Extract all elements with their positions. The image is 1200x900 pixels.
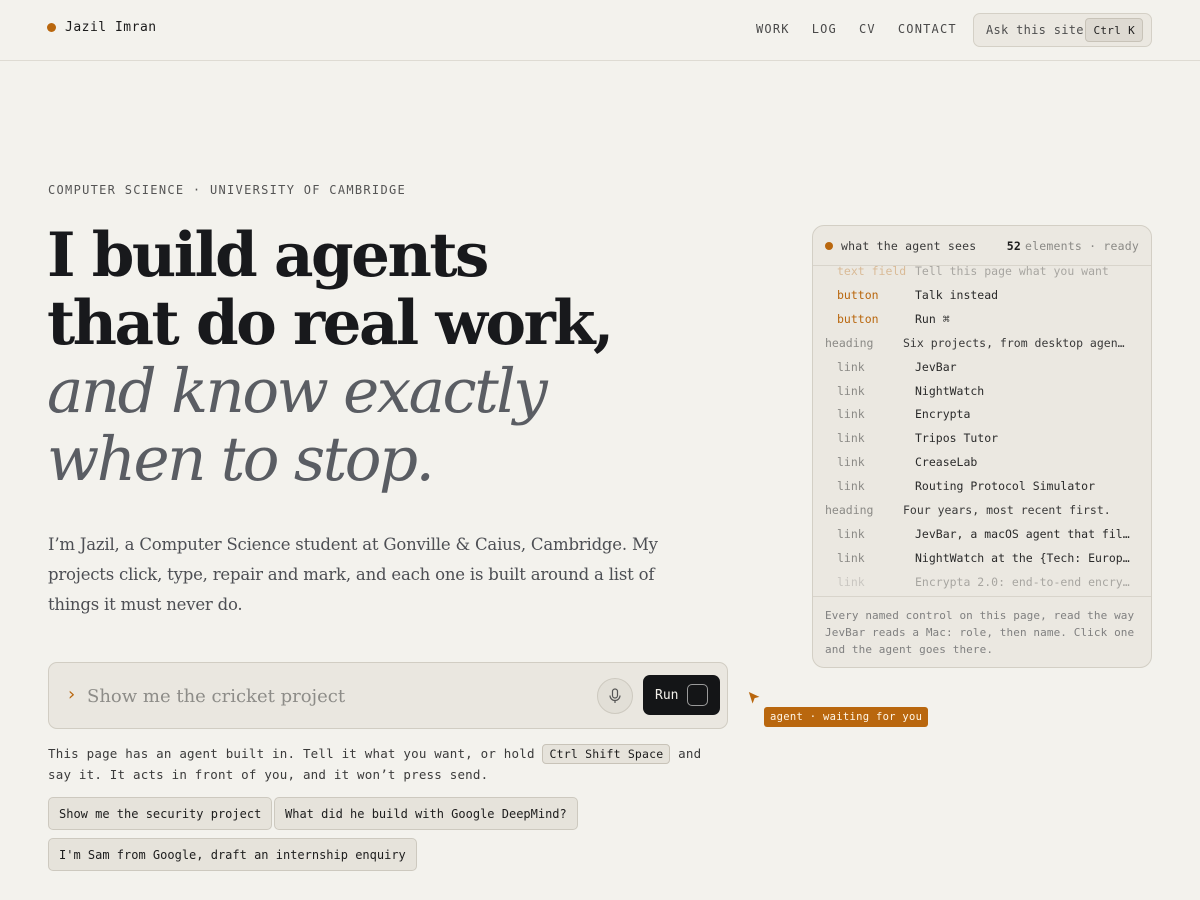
agent-element-row[interactable]: button Talk instead	[813, 285, 1151, 305]
agent-element-row[interactable]: button Run ⌘	[813, 309, 1151, 329]
agent-element-name: NightWatch at the {Tech: Europ…	[915, 550, 1130, 565]
nav-work[interactable]: WORK	[756, 22, 790, 36]
agent-element-name: JevBar, a macOS agent that fil…	[915, 526, 1130, 541]
hero-title-line-1: I build agents	[47, 220, 489, 291]
element-count-suffix: elements · ready	[1025, 239, 1139, 253]
agent-element-row[interactable]: link CreaseLab	[813, 452, 1151, 472]
run-button[interactable]: Run	[643, 675, 720, 715]
agent-view-panel: what the agent sees 52 elements · ready t…	[812, 225, 1152, 668]
agent-element-row[interactable]: link NightWatch	[813, 381, 1151, 401]
agent-element-name: CreaseLab	[915, 455, 978, 470]
site-header: Jazil Imran WORK LOG CV CONTACT Ask this…	[0, 0, 1200, 61]
agent-element-name: Encrypta	[915, 407, 971, 422]
hero-title-line-2: that do real work,	[47, 288, 614, 359]
agent-element-row[interactable]: link JevBar, a macOS agent that fil…	[813, 524, 1151, 544]
agent-element-list[interactable]: text field Tell this page what you want bu…	[813, 266, 1151, 596]
brand-name: Jazil Imran	[65, 20, 157, 35]
ask-site-label: Ask this site	[986, 23, 1084, 37]
ask-shortcut-key: Ctrl K	[1085, 18, 1143, 42]
intro-paragraph: I’m Jazil, a Computer Science student at…	[48, 535, 658, 614]
agent-element-name: Run ⌘	[915, 311, 950, 326]
nav-log[interactable]: LOG	[812, 22, 837, 36]
agent-element-role: button	[837, 287, 879, 302]
agent-element-role: link	[837, 479, 865, 494]
element-count: 52 elements · ready	[1007, 239, 1139, 253]
helper-text-before: This page has an agent built in. Tell it…	[48, 746, 535, 761]
status-dot-icon	[825, 241, 833, 250]
agent-element-name: Six projects, from desktop agen…	[903, 335, 1125, 350]
run-label: Run	[655, 687, 679, 703]
microphone-icon	[609, 688, 621, 703]
agent-element-name: Tripos Tutor	[915, 431, 999, 446]
agent-command-input[interactable]	[87, 677, 587, 715]
agent-element-row[interactable]: heading Four years, most recent first.	[813, 500, 1151, 520]
agent-element-role: heading	[825, 335, 874, 350]
suggestion-chip-internship[interactable]: I'm Sam from Google, draft an internship…	[48, 838, 417, 871]
nav-contact[interactable]: CONTACT	[898, 22, 957, 36]
agent-helper-text: This page has an agent built in. Tell it…	[48, 743, 728, 785]
agent-panel-header: what the agent sees 52 elements · ready	[813, 226, 1151, 266]
agent-element-row[interactable]: link Encrypta 2.0: end-to-end encry…	[813, 572, 1151, 592]
agent-element-row[interactable]: link Routing Protocol Simulator	[813, 476, 1151, 496]
agent-element-name: Four years, most recent first.	[903, 503, 1111, 517]
run-key-icon	[687, 684, 708, 706]
agent-element-role: link	[837, 455, 865, 470]
voice-shortcut-key: Ctrl Shift Space	[542, 744, 671, 764]
agent-element-name: Talk instead	[915, 287, 999, 302]
brand[interactable]: Jazil Imran	[47, 20, 157, 35]
agent-element-role: link	[837, 407, 865, 422]
suggestion-chip-security[interactable]: Show me the security project	[48, 797, 273, 830]
ask-site-button[interactable]: Ask this site Ctrl K	[973, 13, 1152, 47]
hero-title-italic-line-2: when to stop.	[47, 424, 435, 495]
agent-element-role: button	[837, 311, 879, 326]
agent-element-row[interactable]: link NightWatch at the {Tech: Europ…	[813, 548, 1151, 568]
talk-instead-button[interactable]	[597, 678, 633, 714]
agent-element-name: NightWatch	[915, 383, 985, 398]
agent-element-name: Routing Protocol Simulator	[915, 479, 1096, 494]
agent-cursor-icon	[747, 690, 763, 707]
agent-element-role: link	[837, 550, 865, 565]
brand-dot-icon	[47, 23, 56, 32]
hero-title: I build agents that do real work, and kn…	[47, 220, 614, 495]
agent-element-row[interactable]: link JevBar	[813, 357, 1151, 377]
hero-title-italic-line-1: and know exactly	[47, 356, 548, 427]
prompt-chevron-icon: ›	[66, 684, 77, 705]
agent-status-tag: agent · waiting for you	[764, 707, 929, 727]
agent-panel-title: what the agent sees	[841, 238, 977, 253]
eyebrow: COMPUTER SCIENCE · UNIVERSITY OF CAMBRID…	[48, 183, 407, 197]
agent-element-role: link	[837, 431, 865, 446]
agent-element-role: link	[837, 383, 865, 398]
agent-element-name: JevBar	[915, 359, 957, 374]
agent-element-role: link	[837, 359, 865, 374]
main-nav: WORK LOG CV CONTACT	[756, 22, 957, 36]
agent-element-row[interactable]: heading Six projects, from desktop agen…	[813, 333, 1151, 353]
agent-element-row[interactable]: text field Tell this page what you want	[813, 266, 1151, 281]
agent-element-role: text field	[837, 266, 907, 278]
suggestion-chip-deepmind[interactable]: What did he build with Google DeepMind?	[274, 797, 578, 830]
agent-element-row[interactable]: link Encrypta	[813, 404, 1151, 424]
agent-panel-footer: Every named control on this page, read t…	[813, 596, 1151, 667]
element-count-number: 52	[1006, 239, 1022, 253]
agent-element-role: link	[837, 574, 865, 589]
agent-command-bar: › Run	[48, 662, 728, 729]
agent-element-row[interactable]: link Tripos Tutor	[813, 428, 1151, 448]
agent-element-name: Tell this page what you want	[915, 266, 1109, 278]
agent-element-role: link	[837, 526, 865, 541]
agent-element-name: Encrypta 2.0: end-to-end encry…	[915, 574, 1130, 589]
nav-cv[interactable]: CV	[859, 22, 876, 36]
agent-element-role: heading	[825, 503, 874, 517]
